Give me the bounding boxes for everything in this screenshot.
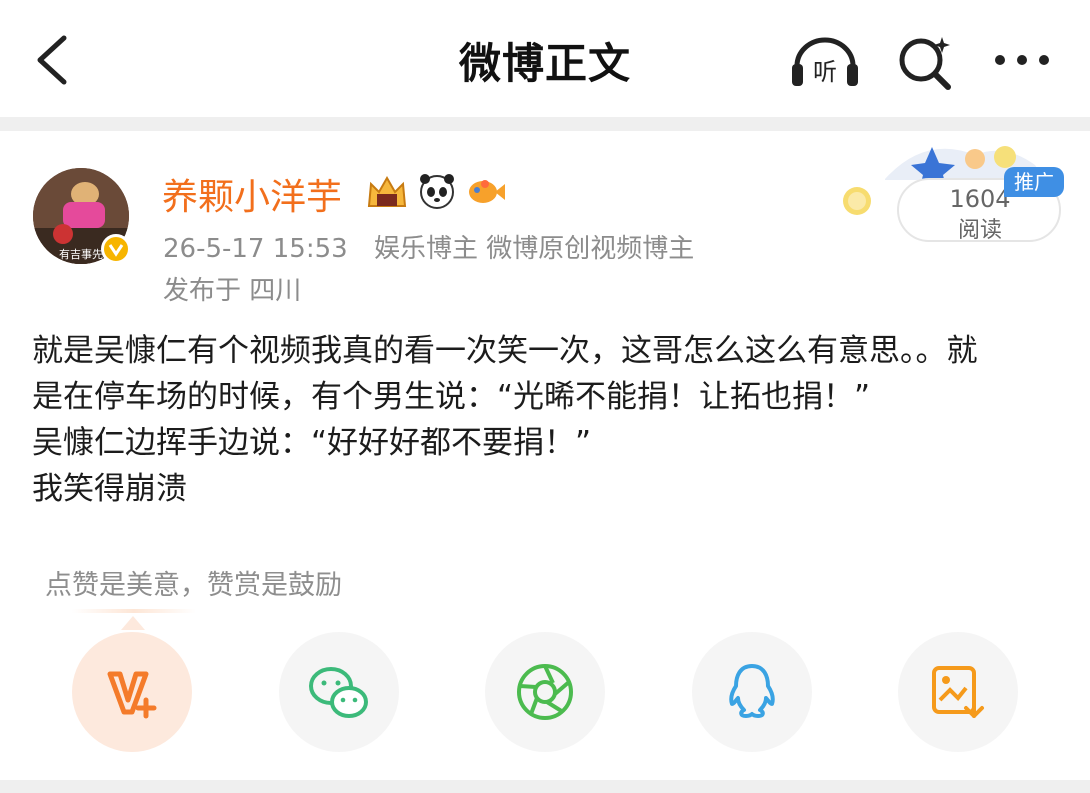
read-count-label: 阅读 xyxy=(957,218,1002,243)
bottom-divider xyxy=(0,780,1090,793)
post-timestamp: 26-5-17 15:53 xyxy=(163,234,348,264)
user-tags: 娱乐博主 微博原创视频博主 xyxy=(373,234,695,264)
headphones-listen-icon[interactable]: 听 xyxy=(789,36,861,88)
panda-badge-icon xyxy=(420,174,454,209)
avatar-caption: 有吉事先 xyxy=(59,247,103,261)
post-body-line: 是在停车场的时候，有个男生说：“光晞不能捐！让拓也捐！” xyxy=(32,379,871,415)
crown-badge-icon xyxy=(367,175,407,207)
header-divider xyxy=(0,117,1090,131)
reward-caret xyxy=(121,616,145,630)
wechat-icon xyxy=(309,667,368,718)
post-meta: 26-5-17 15:53 娱乐博主 微博原创视频博主 xyxy=(163,228,694,265)
verified-badge-icon xyxy=(101,234,131,264)
save-image-button[interactable] xyxy=(898,632,1018,752)
qq-icon xyxy=(729,664,775,718)
moments-aperture-icon xyxy=(517,664,573,720)
post-body-line: 吴慷仁边挥手边说：“好好好都不要捐！” xyxy=(32,425,592,461)
user-badges xyxy=(367,174,505,209)
reward-prompt: 点赞是美意，赞赏是鼓励 xyxy=(45,570,342,601)
listen-label: 听 xyxy=(813,58,837,86)
save-image-icon xyxy=(932,666,984,718)
fish-badge-icon xyxy=(469,180,505,203)
search-icon[interactable] xyxy=(896,33,956,91)
post-location: 发布于 四川 xyxy=(163,276,302,306)
reward-v-plus-icon xyxy=(107,671,157,719)
post-body-line: 我笑得崩溃 xyxy=(32,471,187,507)
promo-tag: 推广 xyxy=(1004,167,1064,197)
top-bar: 微博正文 听 xyxy=(0,0,1090,117)
reward-underline xyxy=(72,609,196,613)
post-body-line: 就是吴慷仁有个视频我真的看一次笑一次，这哥怎么这么有意思。。就 xyxy=(32,333,978,369)
share-moments-button[interactable] xyxy=(485,632,605,752)
username[interactable]: 养颗小洋芋 xyxy=(162,168,342,220)
share-wechat-button[interactable] xyxy=(279,632,399,752)
reward-button[interactable] xyxy=(72,632,192,752)
post-body: 就是吴慷仁有个视频我真的看一次笑一次，这哥怎么这么有意思。。就 是在停车场的时候… xyxy=(32,328,1062,512)
more-icon[interactable] xyxy=(990,45,1054,75)
share-qq-button[interactable] xyxy=(692,632,812,752)
